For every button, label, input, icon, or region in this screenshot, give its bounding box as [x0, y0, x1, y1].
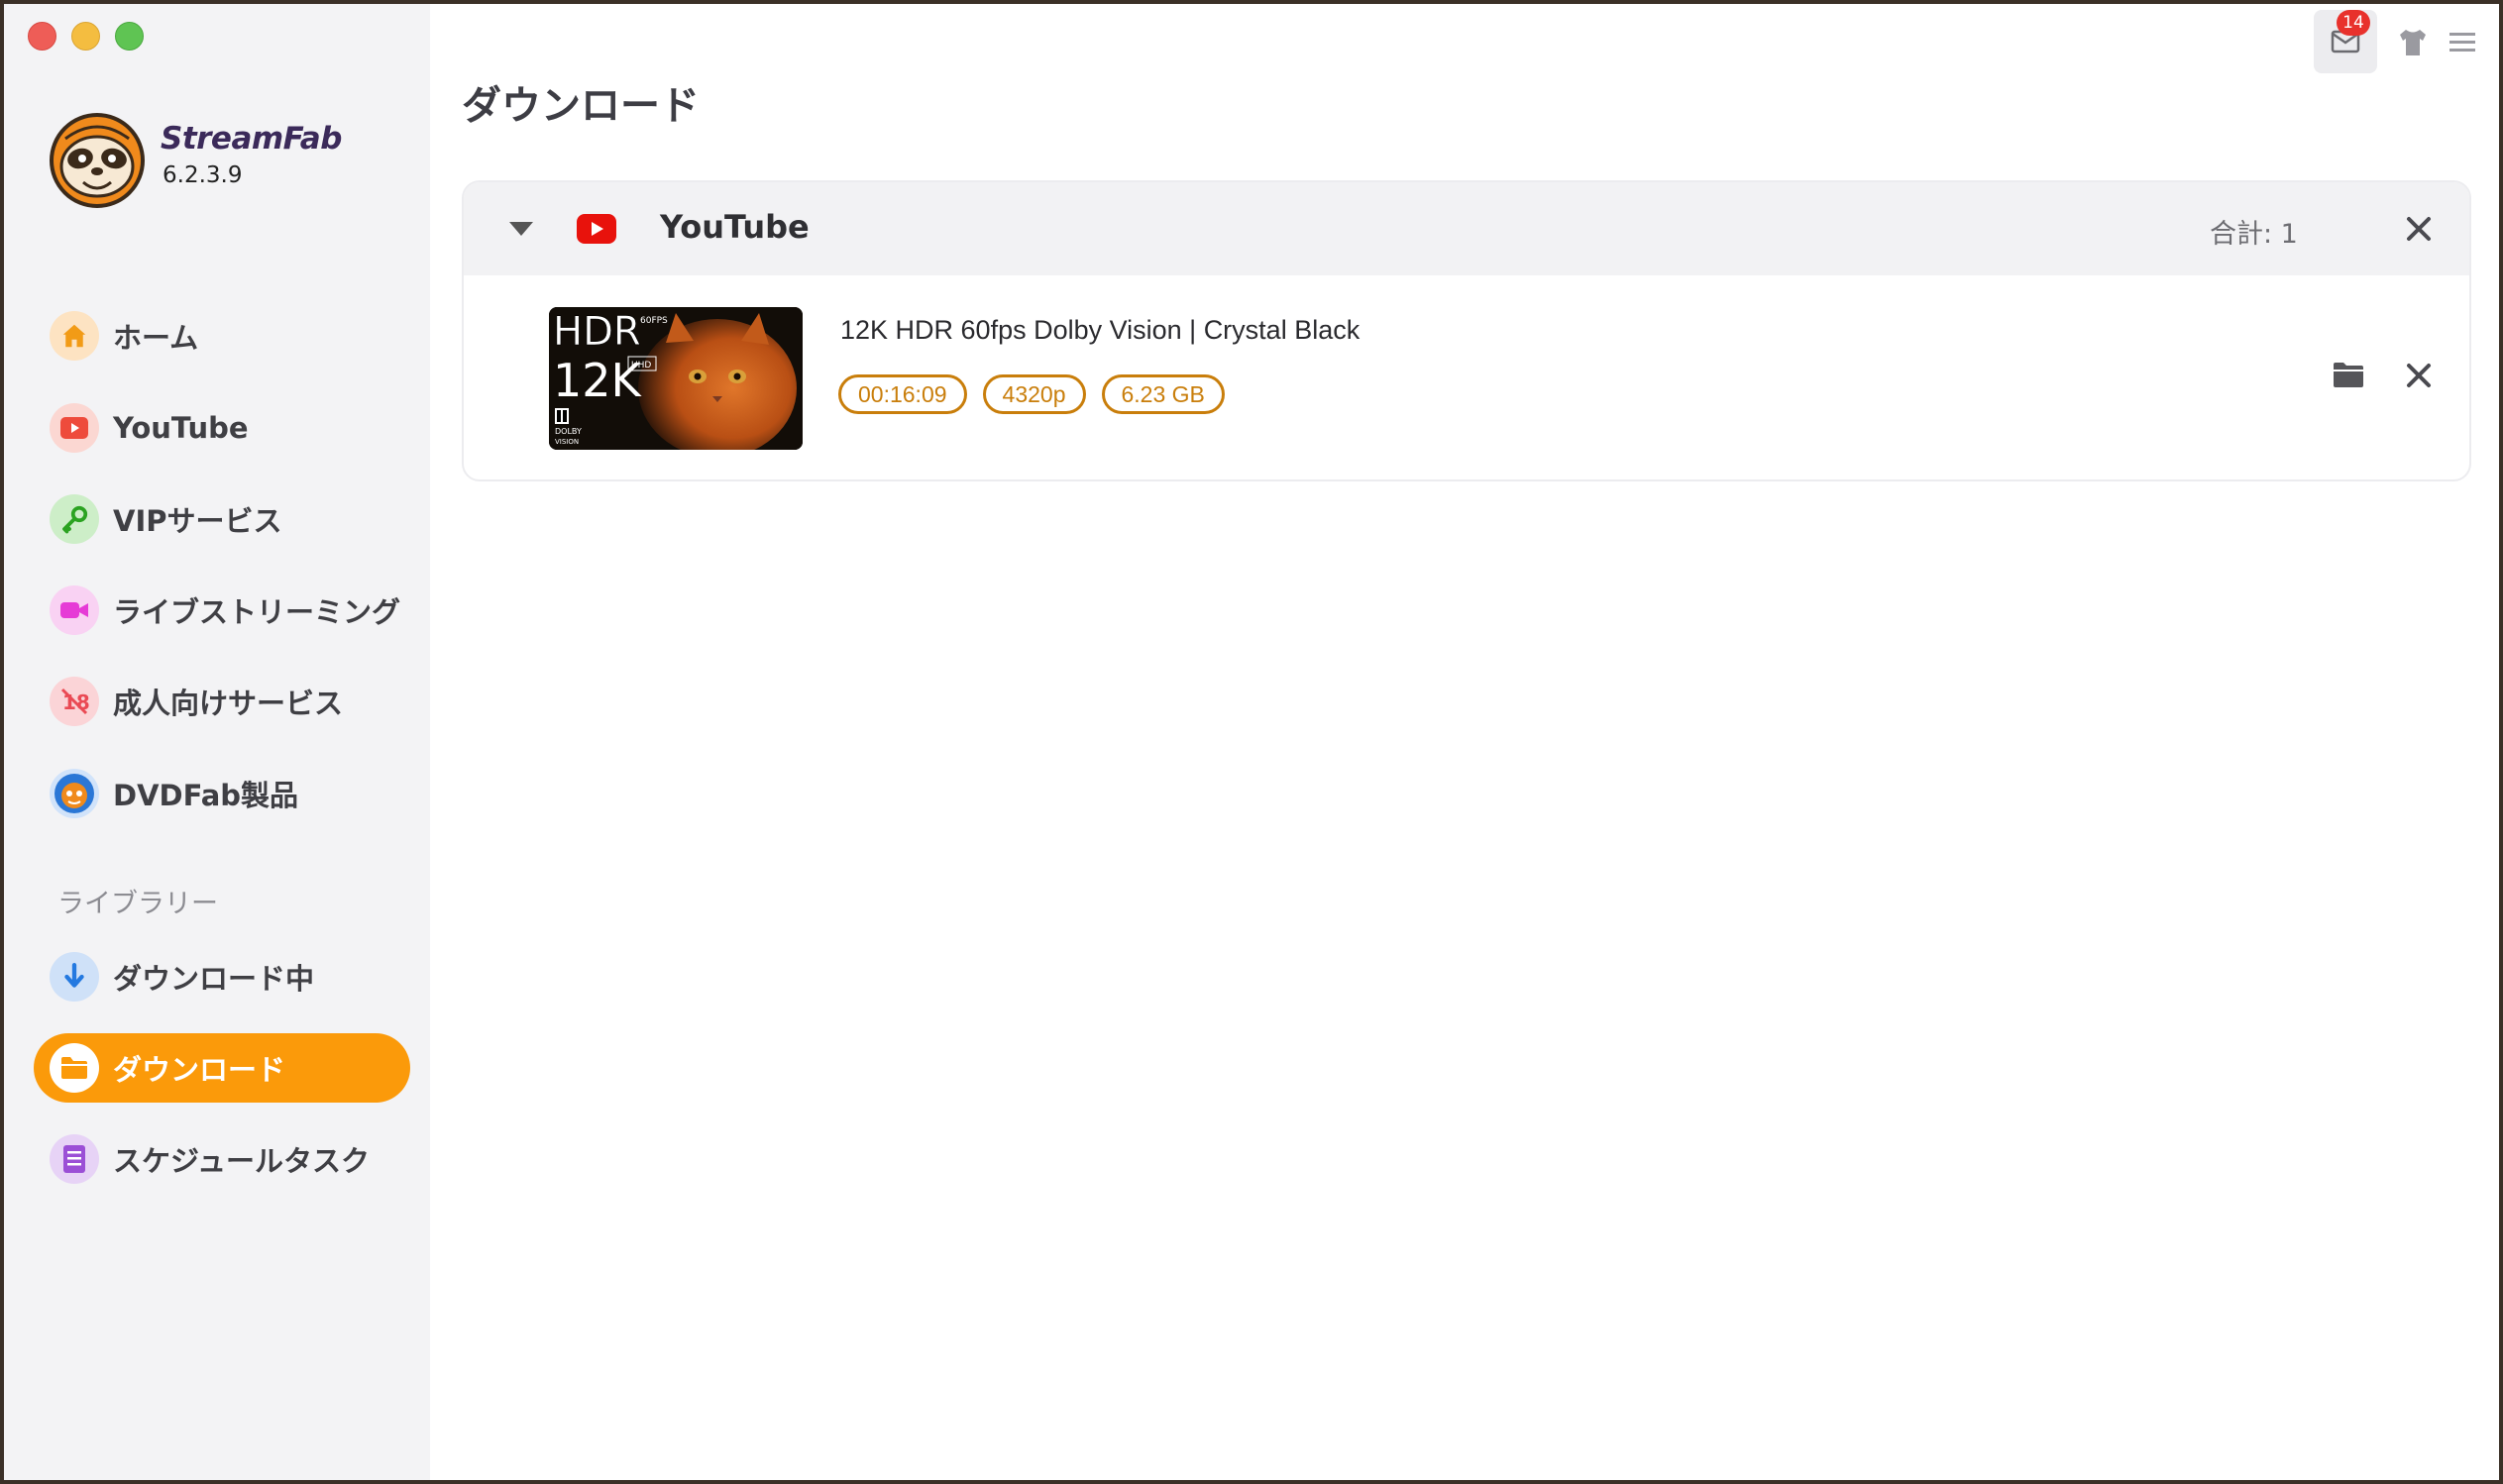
sidebar-item-adult-services[interactable]: 18 成人向けサービス	[34, 667, 410, 736]
open-folder-icon[interactable]	[2333, 361, 2364, 388]
mail-count-badge: 14	[2337, 10, 2370, 36]
sidebar-item-live-streaming[interactable]: ライブストリーミング	[34, 576, 410, 645]
schedule-list-icon	[50, 1134, 99, 1184]
sidebar-item-downloaded[interactable]: ダウンロード	[34, 1033, 410, 1103]
youtube-logo-icon	[577, 214, 616, 244]
sidebar-item-downloading[interactable]: ダウンロード中	[34, 942, 410, 1011]
file-size-tag: 6.23 GB	[1101, 374, 1225, 414]
dvdfab-icon	[50, 769, 99, 818]
thumbnail-vision-text: VISION	[555, 438, 579, 446]
window-minimize-button[interactable]	[71, 22, 100, 51]
sidebar-item-label: YouTube	[113, 411, 249, 445]
sidebar-item-vip[interactable]: VIPサービス	[34, 484, 410, 554]
key-icon	[50, 494, 99, 544]
remove-item-icon[interactable]	[2404, 361, 2434, 390]
sidebar-item-home[interactable]: ホーム	[34, 301, 410, 371]
thumbnail-hdr-text: HDR	[553, 309, 641, 355]
video-camera-icon	[50, 585, 99, 635]
download-group-youtube: YouTube 合計: 1 HDR 12K 60FPS UHD DOLBY VI…	[462, 180, 2471, 481]
sidebar-item-label: ライブストリーミング	[113, 595, 401, 629]
thumbnail-uhd-text: UHD	[631, 361, 651, 371]
window-maximize-button[interactable]	[115, 22, 144, 51]
close-icon[interactable]	[2404, 214, 2434, 244]
sidebar-item-label: ダウンロード	[113, 1053, 286, 1087]
brand-name: StreamFab	[161, 121, 342, 157]
video-title: 12K HDR 60fps Dolby Vision | Crystal Bla…	[840, 315, 1360, 345]
app-version: 6.2.3.9	[163, 162, 243, 188]
video-thumbnail[interactable]: HDR 12K 60FPS UHD DOLBY VISION	[549, 307, 803, 450]
collapse-caret-icon[interactable]	[509, 222, 533, 236]
menu-icon[interactable]	[2448, 28, 2477, 57]
folder-icon	[50, 1043, 99, 1093]
skin-shirt-icon[interactable]	[2396, 26, 2430, 59]
sidebar-item-label: ダウンロード中	[113, 962, 315, 996]
sidebar-item-dvdfab[interactable]: DVDFab製品	[34, 759, 410, 828]
thumbnail-12k-text: 12K	[553, 354, 643, 407]
duration-tag: 00:16:09	[838, 374, 967, 414]
sidebar-item-label: スケジュールタスク	[113, 1144, 370, 1178]
group-total-count: 合計: 1	[2210, 219, 2298, 250]
sidebar-item-label: ホーム	[113, 321, 199, 355]
home-icon	[50, 311, 99, 361]
youtube-icon	[50, 403, 99, 453]
window-close-button[interactable]	[28, 22, 56, 51]
sidebar: StreamFab 6.2.3.9 ホーム YouTube VIPサービス ライ…	[4, 4, 430, 1480]
sidebar-item-label: DVDFab製品	[113, 779, 299, 812]
sidebar-item-label: VIPサービス	[113, 504, 282, 538]
group-header: YouTube 合計: 1	[464, 182, 2469, 275]
resolution-tag: 4320p	[982, 374, 1086, 414]
streamfab-logo	[50, 113, 145, 208]
thumbnail-60fps-text: 60FPS	[640, 316, 668, 326]
video-meta-tags: 00:16:09 4320p 6.23 GB	[838, 374, 1225, 414]
sidebar-item-scheduled-tasks[interactable]: スケジュールタスク	[34, 1124, 410, 1194]
app-window: StreamFab 6.2.3.9 ホーム YouTube VIPサービス ライ…	[4, 4, 2499, 1480]
group-title: YouTube	[660, 208, 810, 246]
sidebar-item-youtube[interactable]: YouTube	[34, 393, 410, 463]
adult-18-icon: 18	[50, 677, 99, 726]
library-section-label: ライブラリー	[57, 889, 218, 919]
thumbnail-dolby-text: DOLBY	[555, 427, 582, 436]
download-arrow-icon	[50, 952, 99, 1002]
page-title: ダウンロード	[462, 83, 700, 129]
sidebar-item-label: 成人向けサービス	[113, 687, 344, 720]
